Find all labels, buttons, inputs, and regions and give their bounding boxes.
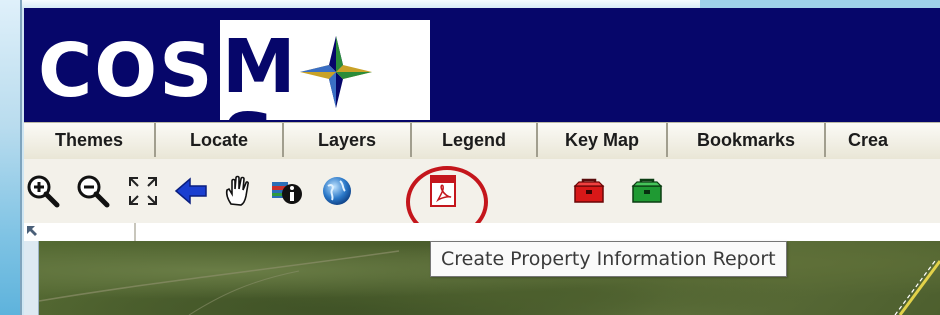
tooltip-create-property-report: Create Property Information Report xyxy=(430,241,787,277)
pdf-report-icon xyxy=(430,175,456,207)
cosmos-logo: COS MS xyxy=(30,16,436,178)
zoom-in-button[interactable] xyxy=(26,174,60,208)
zoom-out-button[interactable] xyxy=(76,174,110,208)
map-side-strip xyxy=(24,241,39,315)
identify-button[interactable] xyxy=(270,174,304,208)
previous-extent-button[interactable] xyxy=(174,174,208,208)
globe-button[interactable] xyxy=(320,174,354,208)
logo-white-box: MS xyxy=(220,20,430,178)
red-toolbox-icon xyxy=(573,178,605,203)
identify-info-icon xyxy=(272,182,302,204)
menu-key-map[interactable]: Key Map xyxy=(538,123,668,157)
green-toolbox-icon xyxy=(631,178,663,203)
map-top-bar xyxy=(24,223,940,242)
green-toolbox-button[interactable] xyxy=(630,174,664,208)
red-toolbox-button[interactable] xyxy=(572,174,606,208)
menu-bookmarks[interactable]: Bookmarks xyxy=(668,123,826,157)
main-menu-bar: Themes Locate Layers Legend Key Map Book… xyxy=(24,122,940,161)
back-arrow-icon xyxy=(174,177,207,205)
resize-arrow-icon[interactable] xyxy=(26,225,38,237)
menu-create[interactable]: Crea xyxy=(826,123,940,157)
logo-text-left: COS xyxy=(38,28,215,114)
zoom-in-icon xyxy=(27,175,60,208)
full-extent-button[interactable] xyxy=(126,174,160,208)
property-report-button[interactable] xyxy=(426,174,460,208)
full-extent-icon xyxy=(129,177,157,205)
menu-themes[interactable]: Themes xyxy=(24,123,156,157)
app-header: COS MS xyxy=(24,8,940,178)
map-bar-divider xyxy=(134,223,136,241)
pan-button[interactable] xyxy=(222,174,256,208)
globe-icon xyxy=(323,177,351,205)
compass-icon xyxy=(298,34,374,110)
zoom-out-icon xyxy=(77,175,110,208)
menu-locate[interactable]: Locate xyxy=(156,123,284,157)
pan-hand-icon xyxy=(225,175,249,206)
menu-legend[interactable]: Legend xyxy=(412,123,538,157)
window-left-border xyxy=(0,0,22,315)
map-toolbar xyxy=(24,159,940,238)
window-top-gap xyxy=(700,0,940,8)
menu-layers[interactable]: Layers xyxy=(284,123,412,157)
